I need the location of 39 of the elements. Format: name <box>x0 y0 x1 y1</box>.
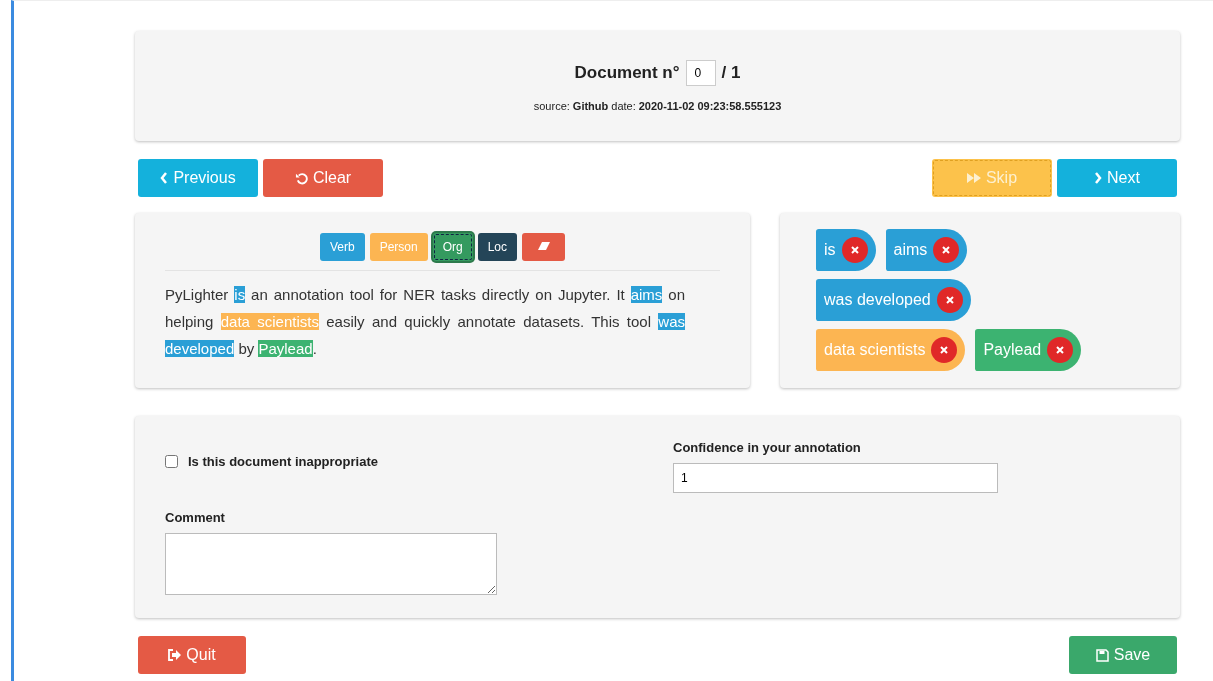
remove-icon[interactable] <box>1047 337 1074 363</box>
comment-field[interactable] <box>165 533 497 595</box>
date-label: date: <box>611 100 636 112</box>
eraser-button[interactable] <box>522 233 566 261</box>
document-title: Document n° <box>574 63 680 83</box>
sign-out-icon <box>168 649 182 661</box>
document-text: PyLighter is an annotation tool for NER tasks directly on Jupyter. It aims on helping data scientists easily and quickly annotate datasets. This tool was developed by Paylead. <box>165 285 685 359</box>
eraser-icon <box>536 241 551 251</box>
chevron-right-icon <box>1094 172 1103 184</box>
remove-icon[interactable] <box>931 337 958 363</box>
undo-icon <box>294 171 308 185</box>
fast-forward-icon <box>966 173 981 183</box>
remove-icon[interactable] <box>841 237 868 263</box>
annotation-tag: is <box>816 229 876 271</box>
source-value: Github <box>572 100 609 112</box>
inappropriate-label: Is this document inappropriate <box>188 454 378 469</box>
save-button[interactable]: Save <box>1069 636 1177 674</box>
label-button[interactable]: Loc <box>477 233 518 261</box>
annotation-tag: data scientists <box>816 329 966 371</box>
next-button[interactable]: Next <box>1057 159 1177 197</box>
comment-label: Comment <box>165 510 226 525</box>
chevron-left-icon <box>160 172 169 184</box>
previous-button[interactable]: Previous <box>138 159 258 197</box>
remove-icon[interactable] <box>933 237 960 263</box>
annotation-tag: was developed <box>816 279 971 321</box>
quit-button[interactable]: Quit <box>138 636 246 674</box>
confidence-field[interactable]: 1 <box>673 463 998 493</box>
label-button[interactable]: Org <box>432 233 473 261</box>
source-label: source: <box>533 100 570 112</box>
confidence-label: Confidence in your annotation <box>673 440 862 455</box>
annotation-tag: aims <box>885 229 968 271</box>
annotation-tag: Paylead <box>975 329 1082 371</box>
document-index-field[interactable]: 0 <box>685 60 716 86</box>
date-value: 2020-11-02 09:23:58.555123 <box>638 100 782 112</box>
label-button[interactable]: Verb <box>319 233 365 261</box>
document-total: / 1 <box>721 63 741 83</box>
inappropriate-checkbox[interactable] <box>165 455 178 468</box>
remove-icon[interactable] <box>936 287 963 313</box>
clear-button[interactable]: Clear <box>263 159 383 197</box>
